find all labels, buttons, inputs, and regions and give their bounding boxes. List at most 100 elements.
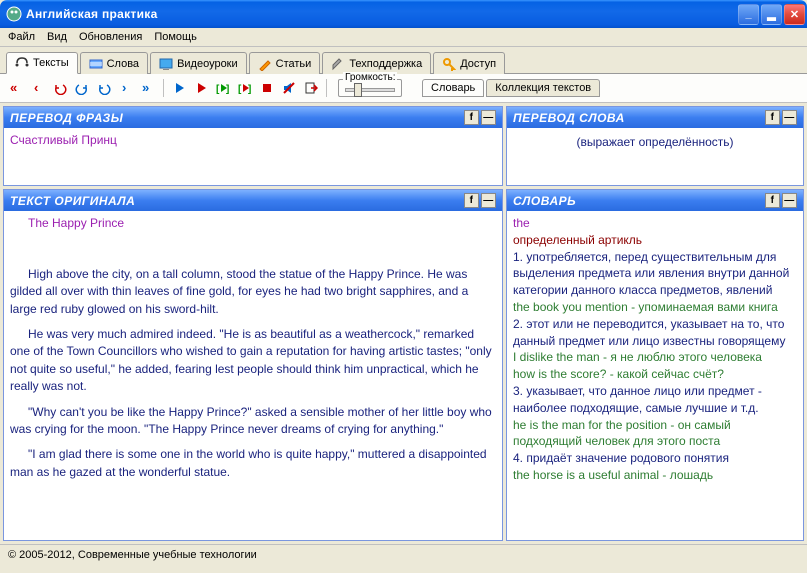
- tab-collection[interactable]: Коллекция текстов: [486, 79, 600, 97]
- phrase-panel-body: Счастливый Принц: [4, 128, 502, 185]
- text-p1: High above the city, on a tall column, s…: [10, 266, 496, 318]
- svg-text:[: [: [238, 84, 242, 95]
- play-bracket-red-button[interactable]: []: [235, 78, 255, 98]
- phrase-collapse-button[interactable]: —: [481, 110, 496, 125]
- tab-support-label: Техподдержка: [349, 58, 422, 70]
- app-icon: [6, 6, 22, 22]
- svg-text:]: ]: [248, 84, 251, 95]
- window-title: Английская практика: [26, 7, 738, 21]
- maximize-button[interactable]: ▂: [761, 4, 782, 25]
- tab-words-label: Слова: [107, 58, 139, 70]
- word-font-button[interactable]: f: [765, 110, 780, 125]
- copyright-text: © 2005-2012, Современные учебные техноло…: [8, 549, 257, 561]
- phrase-panel: ПЕРЕВОД ФРАЗЫ f — Счастливый Принц: [3, 106, 503, 186]
- word-collapse-button[interactable]: —: [782, 110, 797, 125]
- dict-n2: 2. этот или не переводится, указывает на…: [513, 316, 797, 350]
- phrase-panel-title: ПЕРЕВОД ФРАЗЫ: [10, 111, 462, 125]
- text-p2: He was very much admired indeed. "He is …: [10, 326, 496, 396]
- menubar: Файл Вид Обновления Помощь: [0, 28, 807, 47]
- text-title: The Happy Prince: [10, 215, 496, 232]
- dict-font-button[interactable]: f: [765, 193, 780, 208]
- dict-ex3: he is the man for the position - он самы…: [513, 417, 797, 451]
- redo-blue-button[interactable]: [72, 78, 92, 98]
- tab-texts[interactable]: Тексты: [6, 52, 78, 74]
- tab-access[interactable]: Доступ: [433, 52, 505, 74]
- phrase-text: Счастливый Принц: [10, 133, 117, 147]
- dict-word: the: [513, 215, 797, 232]
- dict-ex4: the horse is a useful animal - лошадь: [513, 467, 797, 484]
- word-panel-header: ПЕРЕВОД СЛОВА f —: [507, 107, 803, 128]
- menu-view[interactable]: Вид: [47, 31, 67, 43]
- tab-access-label: Доступ: [460, 58, 496, 70]
- phrase-panel-header: ПЕРЕВОД ФРАЗЫ f —: [4, 107, 502, 128]
- volume-thumb[interactable]: [354, 83, 362, 97]
- titlebar: Английская практика _ ▂ ✕: [0, 0, 807, 28]
- text-panel-body[interactable]: The Happy Prince High above the city, on…: [4, 211, 502, 540]
- menu-help[interactable]: Помощь: [154, 31, 197, 43]
- dict-n3: 3. указывает, что данное лицо или предме…: [513, 383, 797, 417]
- tab-video-label: Видеоуроки: [177, 58, 238, 70]
- word-panel: ПЕРЕВОД СЛОВА f — (выражает определённос…: [506, 106, 804, 186]
- dict-panel: СЛОВАРЬ f — the определенный артикль 1. …: [506, 189, 804, 541]
- word-panel-title: ПЕРЕВОД СЛОВА: [513, 111, 763, 125]
- text-panel: ТЕКСТ ОРИГИНАЛА f — The Happy Prince Hig…: [3, 189, 503, 541]
- tab-support[interactable]: Техподдержка: [322, 52, 431, 74]
- main-content: ПЕРЕВОД ФРАЗЫ f — Счастливый Принц ТЕКСТ…: [0, 103, 807, 544]
- dict-n1: 1. употребляется, перед существительным …: [513, 249, 797, 299]
- dict-collapse-button[interactable]: —: [782, 193, 797, 208]
- tab-articles-label: Статьи: [276, 58, 312, 70]
- phrase-font-button[interactable]: f: [464, 110, 479, 125]
- nav-prev-button[interactable]: ‹: [28, 78, 48, 98]
- tab-video[interactable]: Видеоуроки: [150, 52, 247, 74]
- text-font-button[interactable]: f: [464, 193, 479, 208]
- svg-text:›: ›: [122, 81, 126, 95]
- export-button[interactable]: [301, 78, 321, 98]
- tab-articles[interactable]: Статьи: [249, 52, 321, 74]
- main-tabs: Тексты Слова Видеоуроки Статьи Техподдер…: [0, 47, 807, 74]
- separator: [326, 79, 327, 97]
- nav-next-button[interactable]: ›: [116, 78, 136, 98]
- play-red-button[interactable]: [191, 78, 211, 98]
- undo-blue-button[interactable]: [94, 78, 114, 98]
- nav-first-button[interactable]: «: [6, 78, 26, 98]
- menu-file[interactable]: Файл: [8, 31, 35, 43]
- text-panel-title: ТЕКСТ ОРИГИНАЛА: [10, 194, 462, 208]
- dict-ex1: the book you mention - упоминаемая вами …: [513, 299, 797, 316]
- text-panel-header: ТЕКСТ ОРИГИНАЛА f —: [4, 190, 502, 211]
- volume-slider[interactable]: [345, 88, 395, 92]
- dict-ex2a: I dislike the man - я не люблю этого чел…: [513, 349, 797, 366]
- dict-ex2b: how is the score? - какой сейчас счёт?: [513, 366, 797, 383]
- text-collapse-button[interactable]: —: [481, 193, 496, 208]
- tab-dictionary[interactable]: Словарь: [422, 79, 484, 97]
- play-blue-button[interactable]: [169, 78, 189, 98]
- word-text: (выражает определённость): [576, 135, 733, 149]
- word-panel-body: (выражает определённость): [507, 128, 803, 185]
- svg-text:[: [: [216, 84, 220, 95]
- play-bracket-green-button[interactable]: []: [213, 78, 233, 98]
- close-button[interactable]: ✕: [784, 4, 805, 25]
- svg-text:»: »: [142, 81, 149, 95]
- nav-last-button[interactable]: »: [138, 78, 158, 98]
- menu-updates[interactable]: Обновления: [79, 31, 142, 43]
- minimize-button[interactable]: _: [738, 4, 759, 25]
- mute-button[interactable]: [279, 78, 299, 98]
- volume-label: Громкость:: [343, 72, 397, 83]
- dict-panel-title: СЛОВАРЬ: [513, 194, 763, 208]
- text-p3: "Why can't you be like the Happy Prince?…: [10, 404, 496, 439]
- svg-text:«: «: [10, 81, 17, 95]
- dict-def: определенный артикль: [513, 232, 797, 249]
- dict-panel-body[interactable]: the определенный артикль 1. употребляетс…: [507, 211, 803, 540]
- statusbar: © 2005-2012, Современные учебные техноло…: [0, 544, 807, 564]
- svg-text:]: ]: [226, 84, 229, 95]
- tab-words[interactable]: Слова: [80, 52, 148, 74]
- volume-control: Громкость:: [338, 79, 402, 97]
- stop-button[interactable]: [257, 78, 277, 98]
- undo-button[interactable]: [50, 78, 70, 98]
- dict-panel-header: СЛОВАРЬ f —: [507, 190, 803, 211]
- dict-n4: 4. придаёт значение родового понятия: [513, 450, 797, 467]
- tab-texts-label: Тексты: [33, 57, 69, 69]
- svg-text:‹: ‹: [34, 81, 38, 95]
- text-p4: "I am glad there is some one in the worl…: [10, 446, 496, 481]
- right-tabs: Словарь Коллекция текстов: [422, 79, 602, 97]
- toolbar: « ‹ › » [] [] Громкость: Словарь Коллекц…: [0, 74, 807, 103]
